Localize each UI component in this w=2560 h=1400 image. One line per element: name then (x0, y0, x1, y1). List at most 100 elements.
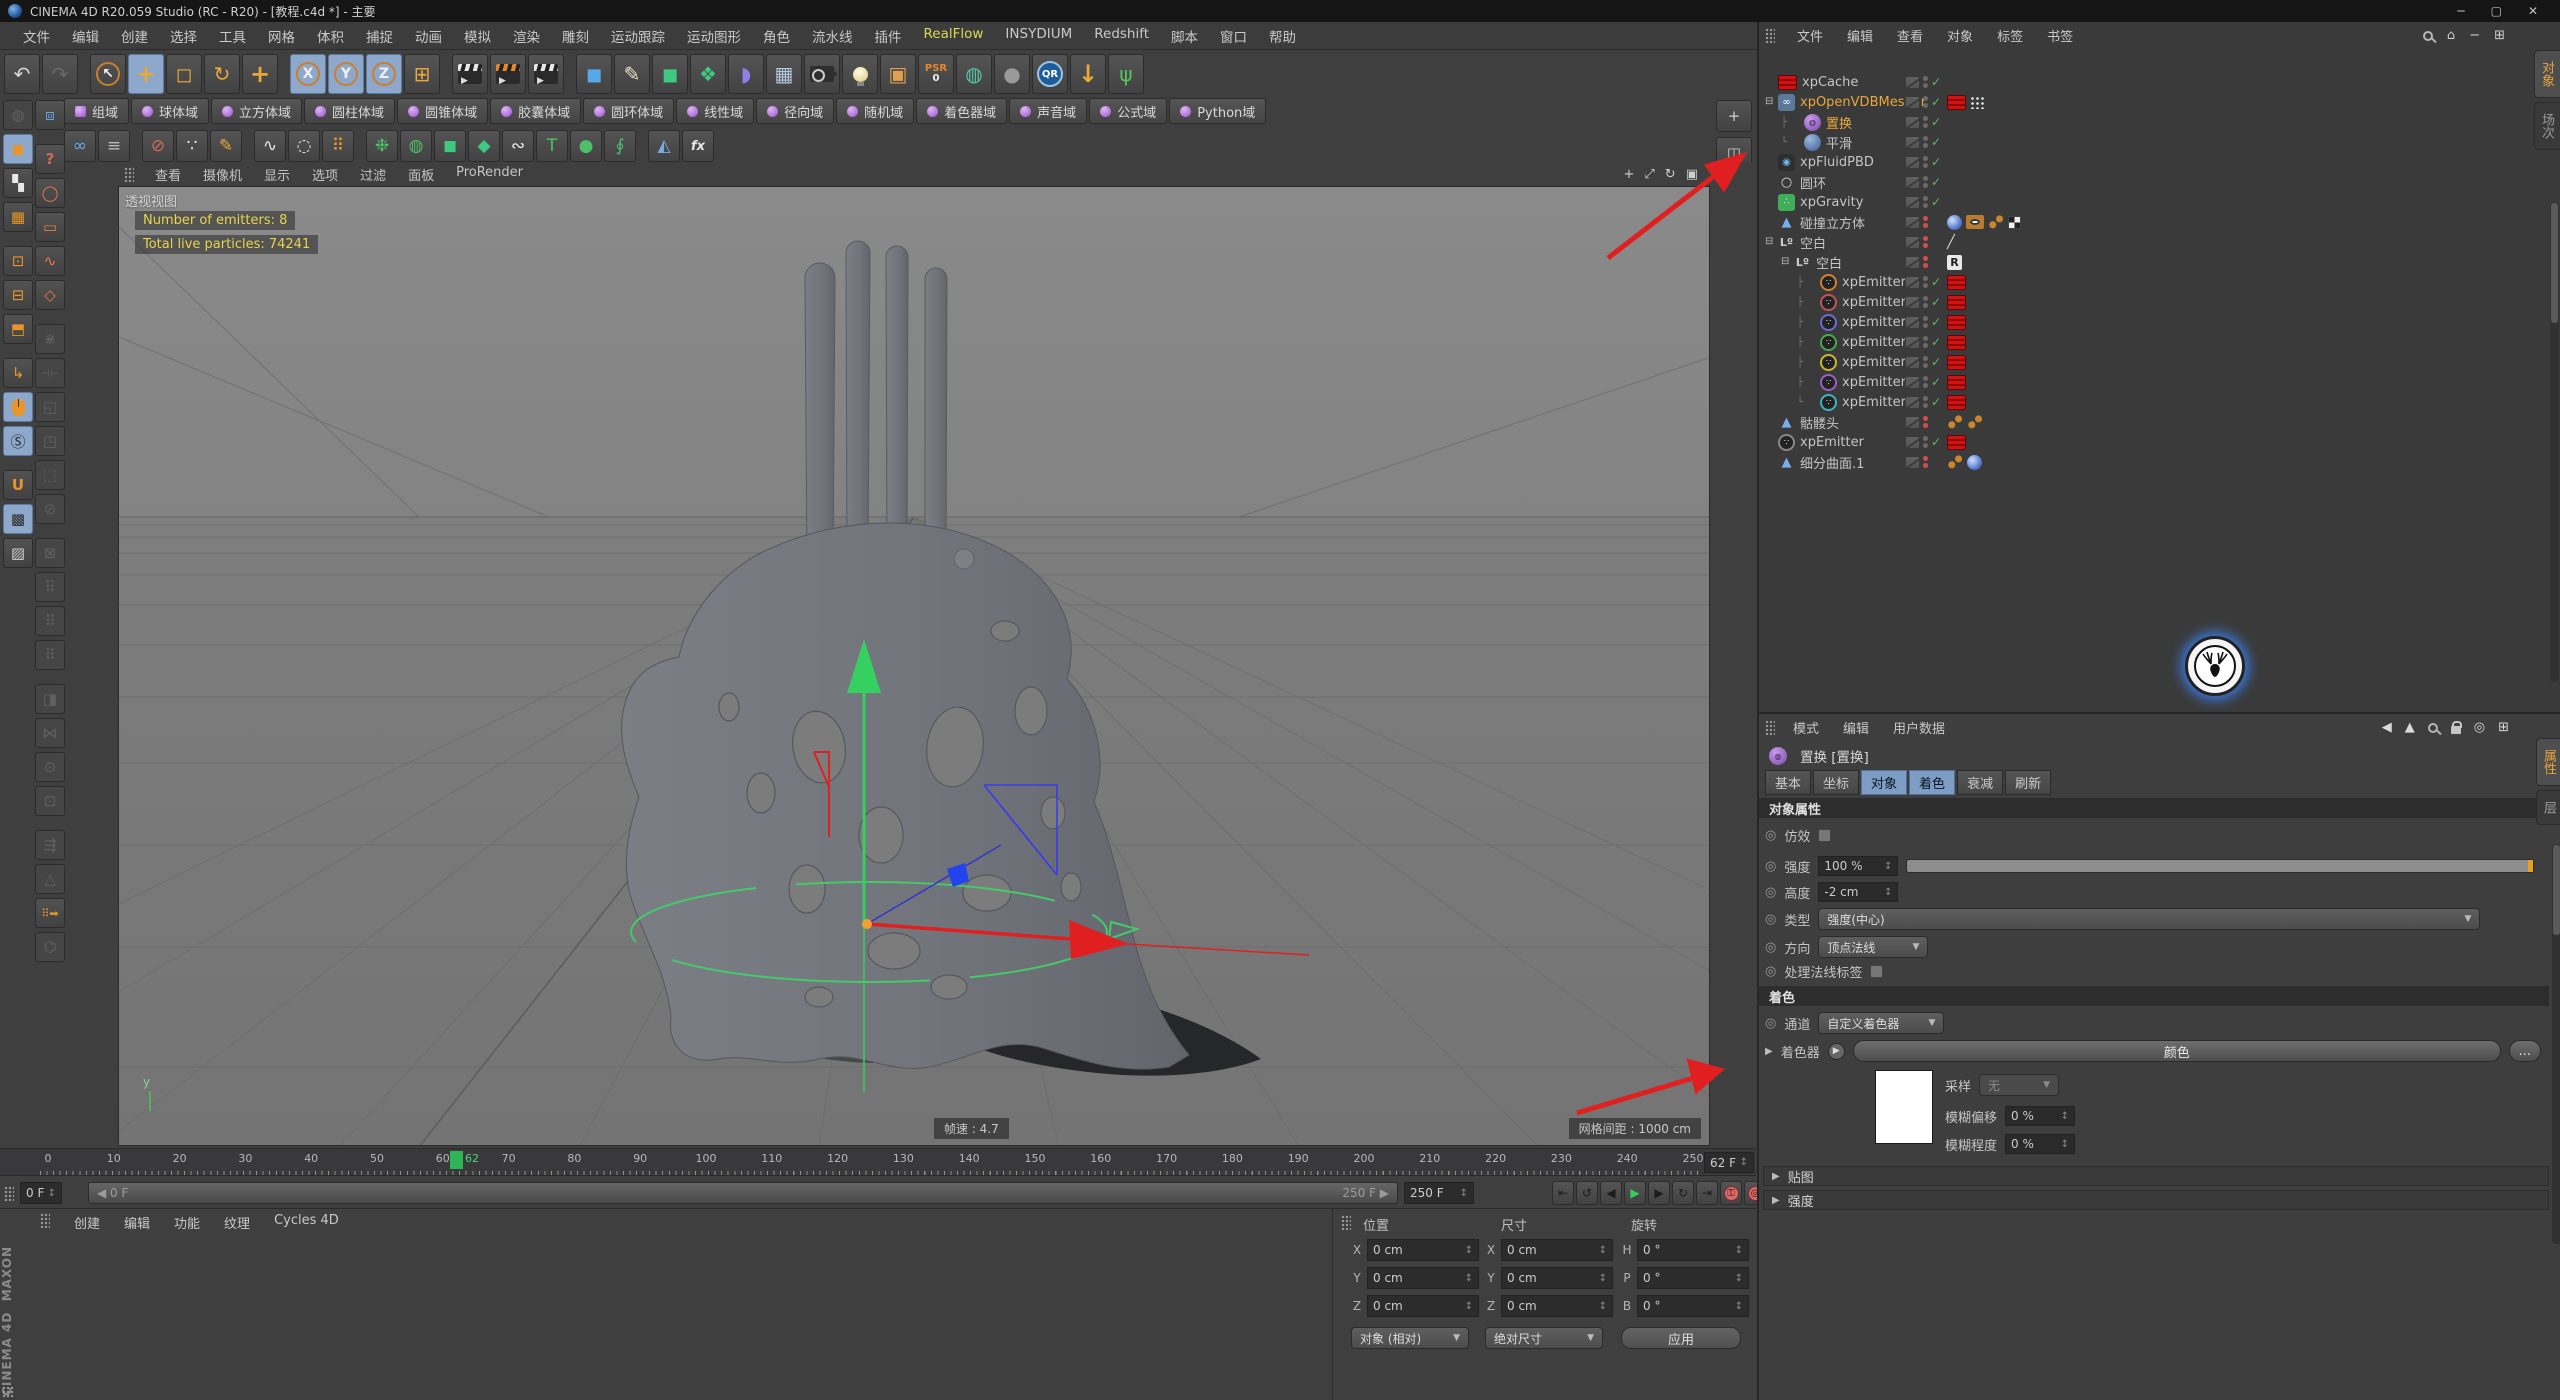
axis-modification-icon[interactable]: ↳ (3, 358, 33, 388)
tab-坐标[interactable]: 坐标 (1813, 770, 1859, 795)
menu-item[interactable]: INSYDIUM (994, 26, 1083, 46)
visibility-dots-icon[interactable] (1923, 416, 1928, 428)
menu-item[interactable]: 查看 (1885, 26, 1935, 45)
visibility-toggles[interactable]: ✓ (1905, 295, 1943, 309)
visibility-dots-icon[interactable] (1923, 336, 1928, 348)
menu-item[interactable]: 动画 (404, 26, 453, 46)
visibility-dots-icon[interactable] (1923, 96, 1928, 108)
menu-item[interactable]: 插件 (864, 26, 913, 46)
sphere-tag[interactable] (1967, 455, 1982, 470)
visibility-toggles[interactable]: ✓ (1905, 175, 1943, 189)
menu-item[interactable]: 文件 (12, 26, 61, 46)
enabled-check-icon[interactable]: ✓ (1931, 75, 1943, 89)
generators-icon[interactable]: ◼ (652, 54, 688, 94)
visibility-toggles[interactable]: ✓ (1905, 75, 1943, 89)
cache-tag[interactable] (1947, 95, 1966, 110)
shader-more-button[interactable]: ... (2509, 1040, 2541, 1062)
delete-points-icon[interactable]: ⊘ (142, 130, 174, 162)
disabled-knife-icon[interactable]: ⋇ (35, 324, 65, 354)
visibility-dots-icon[interactable] (1923, 316, 1928, 328)
visibility-toggles[interactable]: ✓ (1905, 135, 1943, 149)
menu-item[interactable]: 编辑 (61, 26, 110, 46)
cache-tag[interactable] (1947, 375, 1966, 390)
menu-item[interactable]: 选项 (301, 165, 349, 184)
menu-item[interactable]: 标签 (1985, 26, 2035, 45)
playhead[interactable] (450, 1151, 463, 1169)
disabled-weight-icon[interactable]: ◨ (35, 684, 65, 714)
visibility-toggles[interactable]: ✓ (1905, 375, 1943, 389)
enabled-check-icon[interactable]: ✓ (1931, 275, 1943, 289)
knob-icon[interactable]: ◎ (1765, 940, 1776, 955)
object-row[interactable]: ├◍置换✓ (1759, 112, 2534, 132)
swirl-icon[interactable]: ∮ (604, 130, 636, 162)
layer-toggle-icon[interactable] (1905, 196, 1920, 209)
spinner-arrows-icon[interactable]: ↕ (1735, 1273, 1743, 1284)
radial-field-button[interactable]: 径向域 (756, 98, 834, 124)
lock-icon[interactable] (2451, 726, 2461, 734)
particles-arrow-icon[interactable]: ⠿➡ (35, 898, 65, 928)
object-row[interactable]: xpCache✓ (1759, 72, 2534, 92)
menu-item[interactable]: 体积 (306, 26, 355, 46)
menu-item[interactable]: 雕刻 (551, 26, 600, 46)
spinner-arrows-icon[interactable]: ↕ (1735, 1301, 1743, 1312)
object-name[interactable]: 空白 (1816, 253, 1842, 272)
points-mode-icon[interactable]: ⊡ (3, 246, 33, 276)
sphere-effector-icon[interactable]: ◍ (400, 130, 432, 162)
position-z-field[interactable]: 0 cm↕ (1367, 1295, 1479, 1317)
disabled-fish-icon[interactable]: ⋈ (35, 718, 65, 748)
menu-item[interactable]: 捕捉 (355, 26, 404, 46)
cone-field-button[interactable]: 圆锥体域 (397, 98, 488, 124)
layer-toggle-icon[interactable] (1905, 276, 1920, 289)
menu-item[interactable]: 模式 (1781, 718, 1831, 737)
visibility-dots-icon[interactable] (1923, 276, 1928, 288)
om-collapse-icon[interactable]: − (2469, 28, 2480, 43)
layer-toggle-icon[interactable] (1905, 96, 1920, 109)
size-z-field[interactable]: 0 cm↕ (1501, 1295, 1613, 1317)
menu-item[interactable]: 编辑 (1831, 718, 1881, 737)
coordinate-system-icon[interactable]: ⊞ (404, 54, 440, 94)
panel-grip[interactable] (1765, 720, 1775, 735)
layer-toggle-icon[interactable] (1905, 176, 1920, 189)
object-name[interactable]: xpEmitter (1800, 435, 1864, 450)
menu-item[interactable]: 摄像机 (192, 165, 253, 184)
menu-item[interactable]: ProRender (445, 165, 534, 184)
last-tool-icon[interactable]: + (242, 54, 278, 94)
sphere-field-button[interactable]: 球体域 (131, 98, 209, 124)
dots-orange-tag[interactable] (1988, 215, 2004, 229)
history-forward-icon[interactable]: ▲ (2405, 720, 2415, 735)
group-field-button[interactable]: 组域 (64, 98, 129, 124)
menu-item[interactable]: 创建 (110, 26, 159, 46)
side-tab-对象[interactable]: 对象 (2534, 50, 2560, 98)
character-icon[interactable]: ψ (1108, 54, 1144, 94)
menu-item[interactable]: 编辑 (112, 1213, 162, 1232)
workplane-mode-icon[interactable]: ▦ (3, 202, 33, 232)
tab-基本[interactable]: 基本 (1765, 770, 1811, 795)
object-row[interactable]: ∵xpEmitter✓ (1759, 432, 2534, 452)
disabled-tri-up-icon[interactable]: △ (35, 864, 65, 894)
visibility-toggles[interactable] (1905, 216, 1943, 229)
render-region-icon[interactable] (490, 54, 526, 94)
enabled-check-icon[interactable]: ✓ (1931, 155, 1943, 169)
menu-item[interactable]: 脚本 (1160, 26, 1209, 46)
tab-着色[interactable]: 着色 (1909, 770, 1955, 795)
disabled-matrix-icon[interactable]: ⊠ (35, 538, 65, 568)
live-selection-tool-icon[interactable]: ◯ (35, 178, 65, 208)
live-selection-icon[interactable]: ↖ (90, 54, 126, 94)
knob-icon[interactable]: ◎ (1765, 828, 1776, 843)
goto-end-button[interactable]: ⇥ (1696, 1181, 1718, 1205)
visibility-dots-icon[interactable] (1923, 156, 1928, 168)
menu-item[interactable]: Cycles 4D (262, 1213, 351, 1232)
dots-white-tag[interactable] (1970, 96, 1985, 109)
object-row[interactable]: ▲碰撞立方体 (1759, 212, 2534, 232)
menu-item[interactable]: 对象 (1935, 26, 1985, 45)
object-row[interactable]: ▲骷髅头 (1759, 412, 2534, 432)
random-field-button[interactable]: 随机域 (836, 98, 914, 124)
object-row[interactable]: ⊟Lº空白R (1759, 252, 2534, 272)
spinner-arrows-icon[interactable]: ↕ (1465, 1301, 1473, 1312)
object-name[interactable]: 圆环 (1800, 173, 1826, 192)
visibility-dots-icon[interactable] (1923, 76, 1928, 88)
maps-collapse-bar[interactable]: ▶贴图 (1763, 1166, 2549, 1186)
visibility-toggles[interactable] (1905, 456, 1943, 469)
layer-toggle-icon[interactable] (1905, 116, 1920, 129)
brush-tag[interactable]: ╱ (1947, 235, 1955, 250)
